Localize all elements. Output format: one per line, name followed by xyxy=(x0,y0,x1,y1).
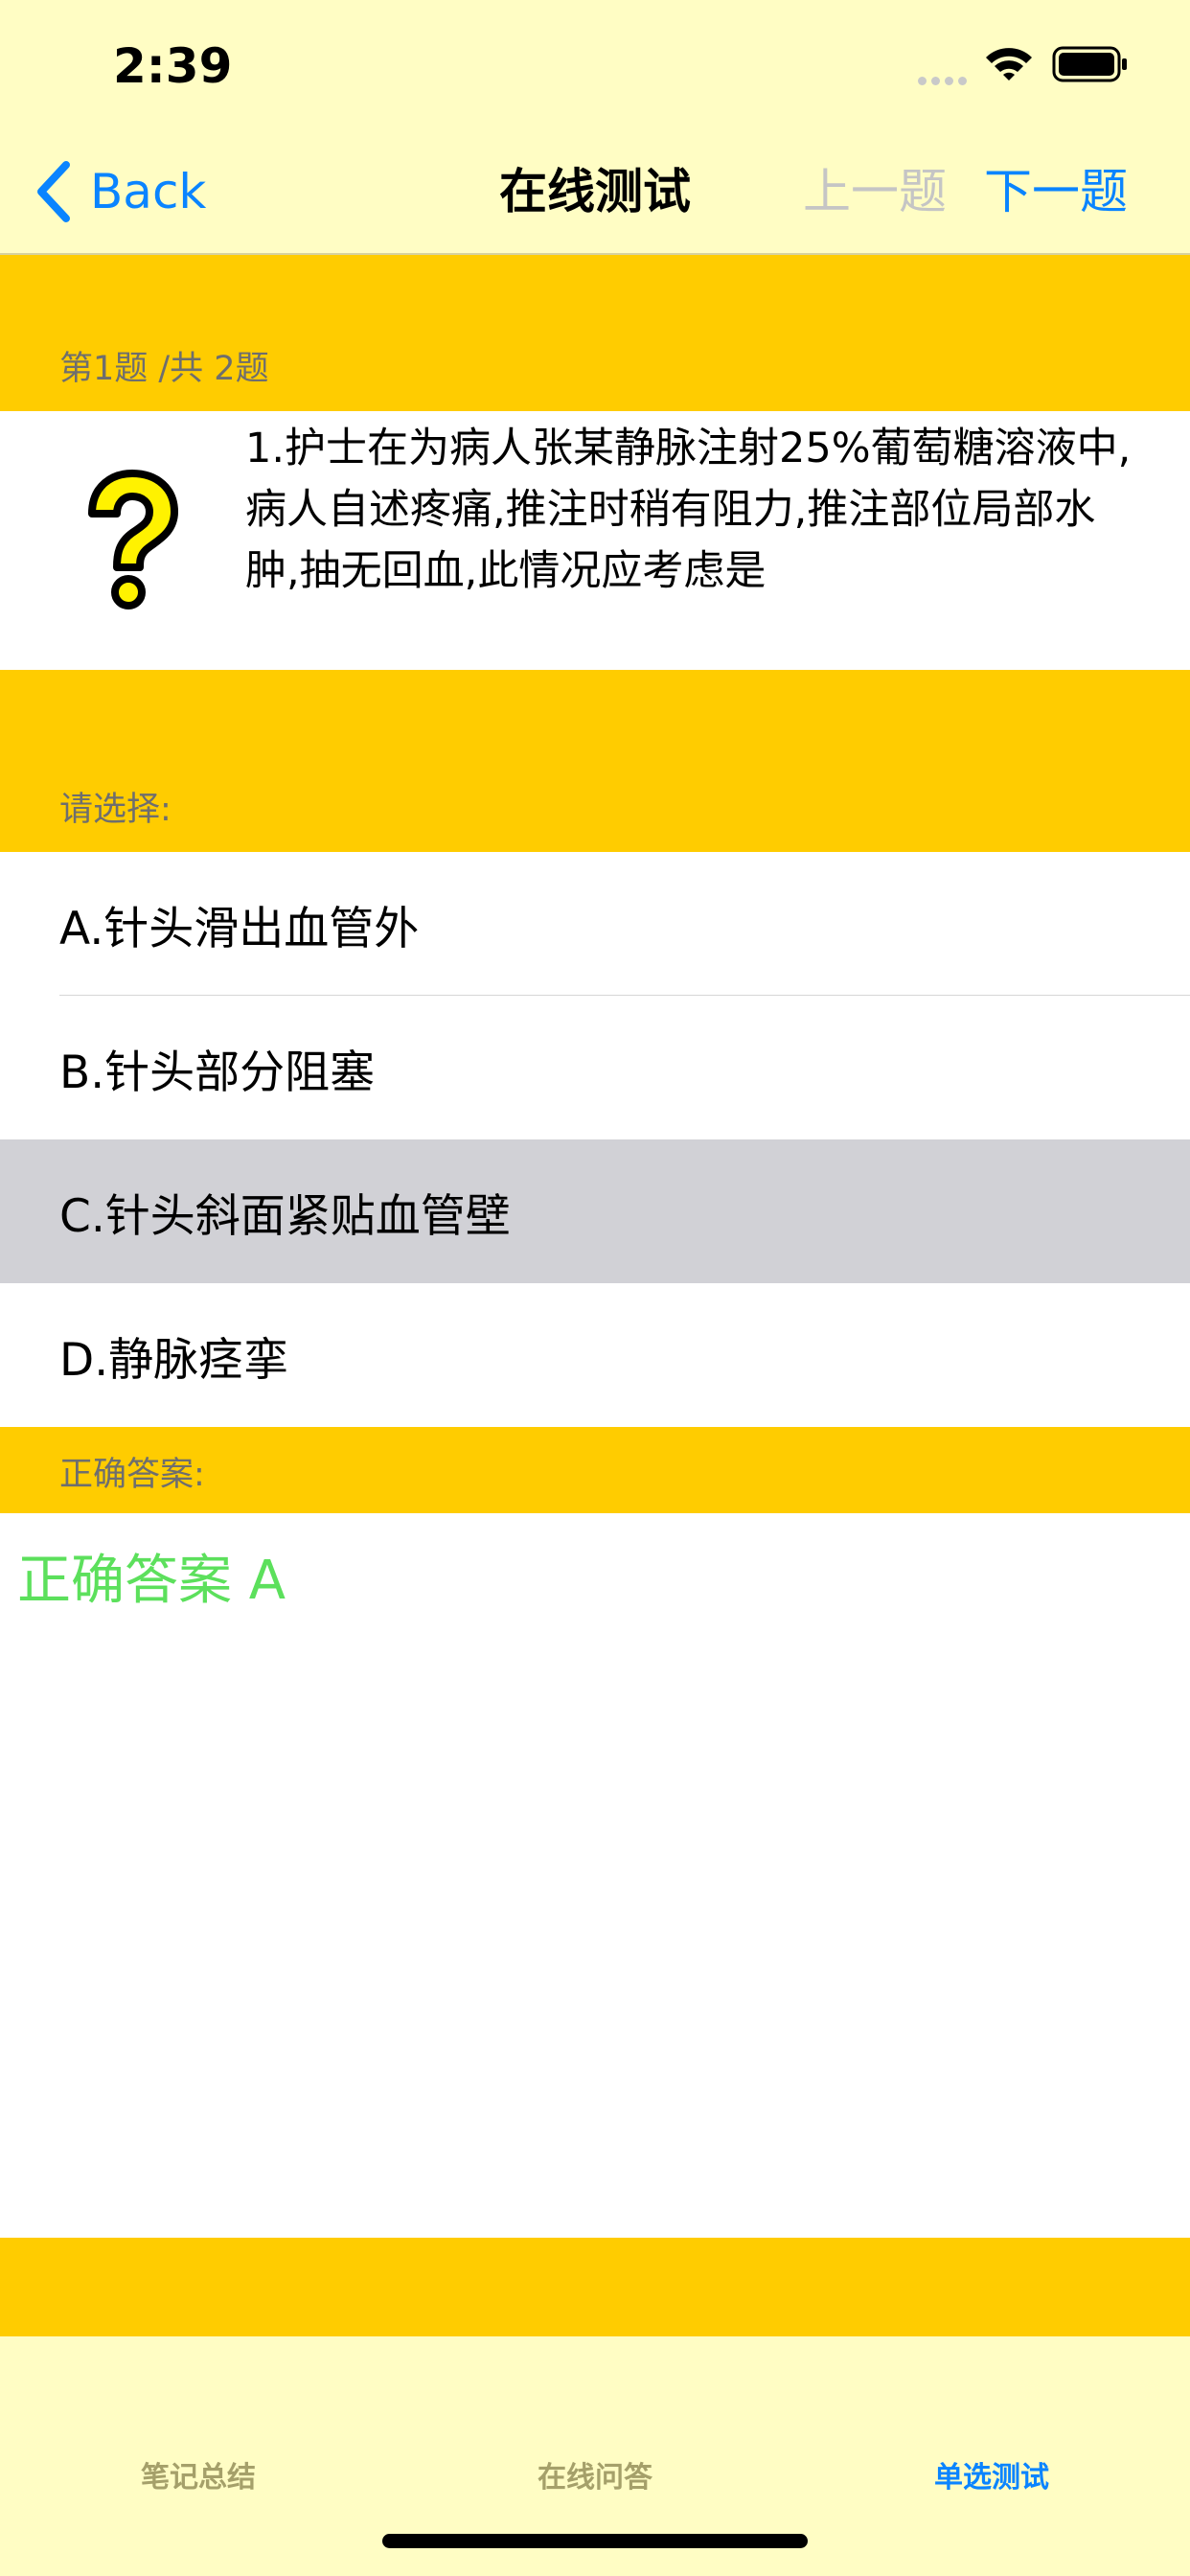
tab-online-qa[interactable]: 在线问答 xyxy=(397,2453,793,2496)
progress-header: 第1题 /共 2题 xyxy=(0,255,1190,411)
chevron-left-icon xyxy=(37,161,70,222)
option-a-text: A.针头滑出血管外 xyxy=(59,902,420,955)
tab-single-choice-test[interactable]: 单选测试 xyxy=(793,2453,1190,2496)
answer-section-label: 正确答案: xyxy=(59,1456,205,1494)
option-d-text: D.静脉痉挛 xyxy=(59,1333,289,1387)
option-c-text: C.针头斜面紧贴血管壁 xyxy=(59,1189,511,1243)
question-mark-icon xyxy=(88,470,178,610)
option-c[interactable]: C.针头斜面紧贴血管壁 xyxy=(0,1139,1190,1283)
option-d[interactable]: D.静脉痉挛 xyxy=(0,1283,1190,1427)
status-time: 2:39 xyxy=(113,38,233,94)
tab-notes-summary[interactable]: 笔记总结 xyxy=(0,2453,397,2496)
answer-header: 正确答案: xyxy=(0,1427,1190,1513)
choose-header: 请选择: xyxy=(0,670,1190,852)
previous-question-button[interactable]: 上一题 xyxy=(803,153,947,230)
cellular-signal-icon xyxy=(918,71,972,85)
back-button[interactable]: Back xyxy=(34,153,206,230)
bottom-band xyxy=(0,2238,1190,2336)
wifi-icon xyxy=(986,48,1032,80)
option-b[interactable]: B.针头部分阻塞 xyxy=(0,996,1190,1139)
question-text: 1.护士在为病人张某静脉注射25%葡萄糖溶液中,病人自述疼痛,推注时稍有阻力,推… xyxy=(245,425,1132,595)
option-b-text: B.针头部分阻塞 xyxy=(59,1046,376,1099)
back-label: Back xyxy=(90,164,207,219)
choose-label: 请选择: xyxy=(59,791,172,829)
question-progress: 第1题 /共 2题 xyxy=(59,350,269,388)
next-question-button[interactable]: 下一题 xyxy=(984,153,1128,230)
option-a[interactable]: A.针头滑出血管外 xyxy=(0,852,1190,996)
battery-icon xyxy=(1052,46,1127,82)
correct-answer-text: 正确答案 A xyxy=(17,1550,286,1612)
home-indicator xyxy=(382,2534,808,2548)
